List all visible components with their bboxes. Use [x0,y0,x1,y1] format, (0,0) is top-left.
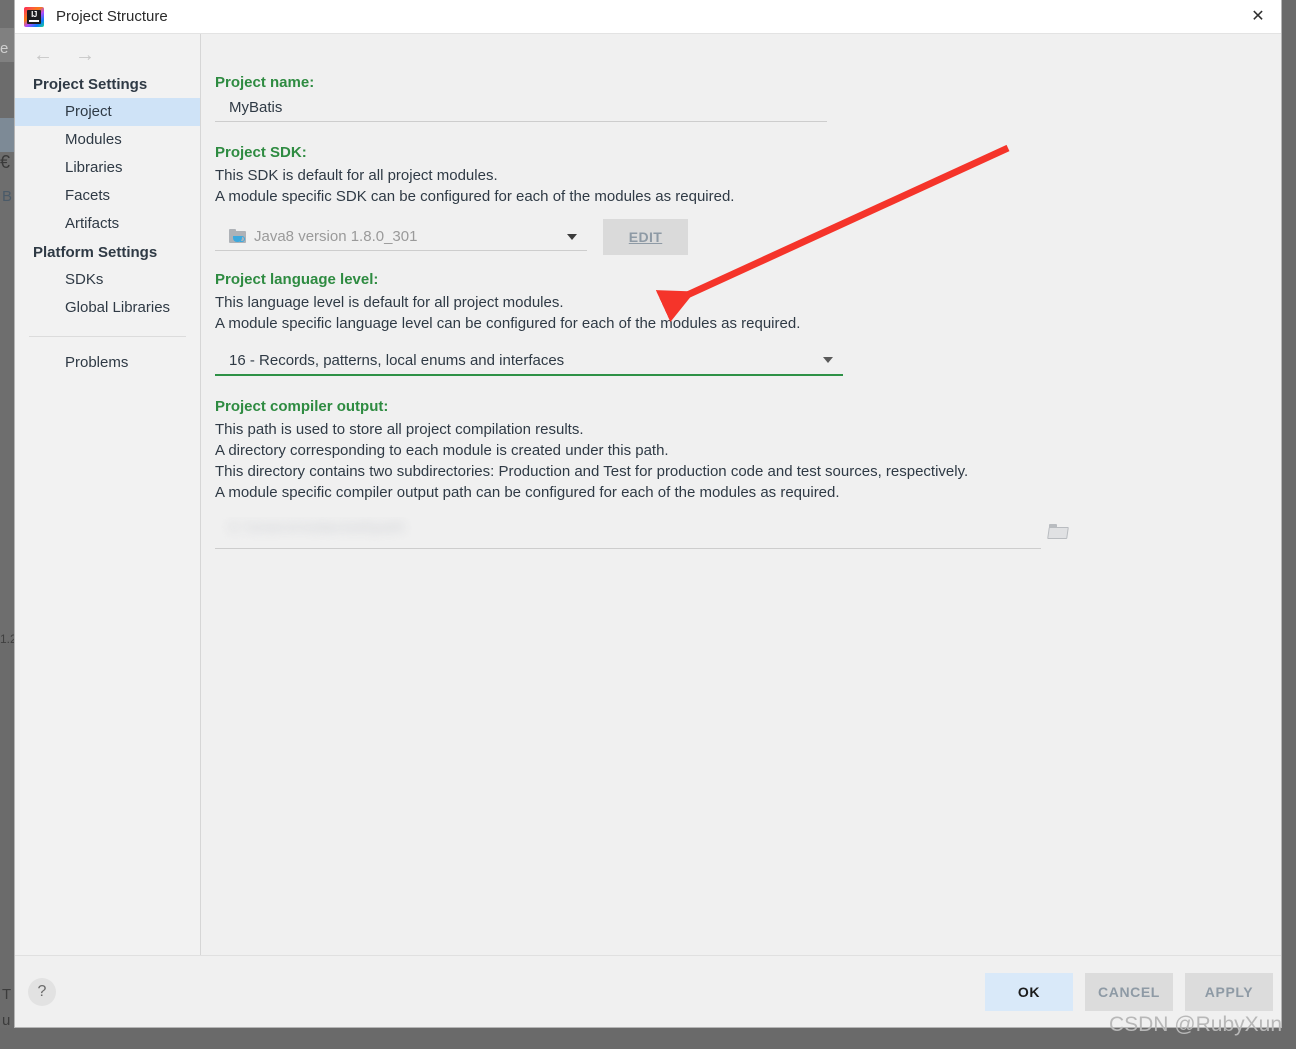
ok-button[interactable]: OK [985,972,1073,1011]
language-level-heading: Project language level: [215,271,379,288]
navigation-arrows: ← → [15,40,200,70]
dialog-title: Project Structure [56,8,168,25]
project-sdk-selected-value: Java8 version 1.8.0_301 [254,228,418,245]
back-arrow-icon[interactable]: ← [33,45,53,65]
project-sdk-description-line2: A module specific SDK can be configured … [215,188,735,205]
project-structure-dialog: IJ Project Structure ✕ ← → Project Setti… [14,0,1282,1028]
intellij-logo-letters: IJ [31,10,37,19]
csdn-watermark: CSDN @RubyXun [1108,1013,1282,1036]
background-text-fragment: e [0,40,9,57]
sidebar-item-libraries[interactable]: Libraries [15,154,200,182]
intellij-logo-bar [29,19,39,22]
browse-folder-icon[interactable] [1045,518,1073,548]
sidebar-item-global-libraries[interactable]: Global Libraries [15,294,200,322]
compiler-output-path-input[interactable]: C:\Users\redacted\path [215,517,1041,549]
compiler-output-description-line3: This directory contains two subdirectori… [215,463,969,480]
java-sdk-icon [229,229,246,244]
ide-right-strip [1282,0,1296,1028]
project-sdk-description-line1: This SDK is default for all project modu… [215,167,498,184]
language-level-selected-value: 16 - Records, patterns, local enums and … [229,351,565,369]
sidebar-item-sdks[interactable]: SDKs [15,266,200,294]
language-level-dropdown[interactable]: 16 - Records, patterns, local enums and … [215,346,843,376]
edit-sdk-button[interactable]: EDIT [603,219,688,255]
settings-content-pane: Project name: MyBatis Project SDK: This … [201,34,1281,955]
compiler-output-description-line4: A module specific compiler output path c… [215,484,840,501]
project-name-input[interactable]: MyBatis [215,97,827,122]
compiler-output-description-line2: A directory corresponding to each module… [215,442,669,459]
compiler-output-path-row: C:\Users\redacted\path [215,517,1073,549]
forward-arrow-icon[interactable]: → [75,45,95,65]
sidebar-item-modules[interactable]: Modules [15,126,200,154]
compiler-output-heading: Project compiler output: [215,398,389,415]
chevron-down-icon [823,357,833,363]
background-text-fragment: B [2,188,13,205]
compiler-output-path-value-redacted: C:\Users\redacted\path [229,519,406,536]
project-sdk-dropdown[interactable]: Java8 version 1.8.0_301 [215,223,587,251]
sidebar-item-problems[interactable]: Problems [15,349,200,377]
apply-button[interactable]: APPLY [1185,972,1273,1011]
edit-sdk-button-label: EDIT [628,229,663,245]
sidebar-item-project[interactable]: Project [15,98,200,126]
dialog-button-group: OK CANCEL APPLY [985,972,1273,1011]
project-name-heading: Project name: [215,74,315,91]
close-icon[interactable]: ✕ [1235,0,1281,33]
language-level-description-line1: This language level is default for all p… [215,294,564,311]
intellij-logo-icon: IJ [24,6,44,27]
background-text-fragment: u [2,1012,11,1029]
project-sdk-row: Java8 version 1.8.0_301 EDIT [215,219,1281,255]
sidebar-divider [29,336,186,337]
language-level-description-line2: A module specific language level can be … [215,315,801,332]
compiler-output-description-line1: This path is used to store all project c… [215,421,584,438]
chevron-down-icon [567,233,577,240]
project-sdk-heading: Project SDK: [215,144,307,161]
background-text-fragment: T [2,986,12,1003]
dialog-footer: ? OK CANCEL APPLY [15,955,1281,1027]
sidebar-group-platform-settings: Platform Settings [33,244,158,261]
ide-status-bar [0,1028,1296,1049]
dialog-body: ← → Project Settings Project Modules Lib… [15,34,1281,955]
cancel-button[interactable]: CANCEL [1085,972,1173,1011]
sidebar-item-artifacts[interactable]: Artifacts [15,210,200,238]
dialog-titlebar: IJ Project Structure ✕ [15,0,1281,34]
sidebar-group-project-settings: Project Settings [33,76,148,93]
settings-sidebar: ← → Project Settings Project Modules Lib… [15,34,201,955]
sidebar-item-facets[interactable]: Facets [15,182,200,210]
help-icon[interactable]: ? [28,977,56,1006]
background-text-fragment: € [0,152,11,172]
